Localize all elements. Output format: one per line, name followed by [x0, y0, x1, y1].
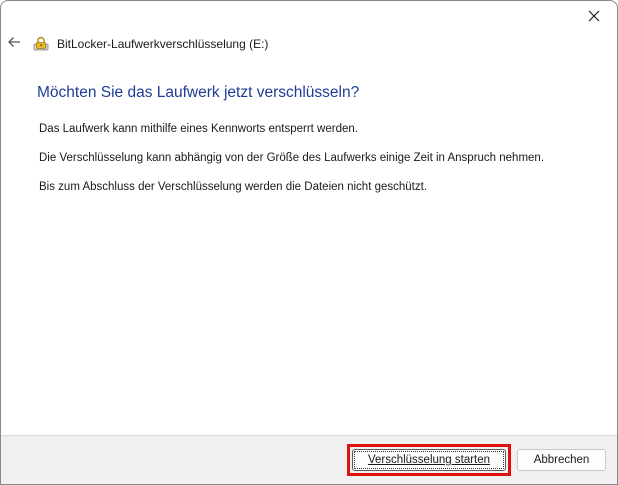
- cancel-label: Abbrechen: [533, 454, 590, 466]
- info-text-not-protected: Bis zum Abschluss der Verschlüsselung we…: [39, 181, 428, 193]
- close-button[interactable]: [571, 1, 617, 31]
- bitlocker-drive-icon: [33, 35, 51, 53]
- back-button[interactable]: [2, 32, 26, 56]
- page-heading: Möchten Sie das Laufwerk jetzt verschlüs…: [37, 84, 360, 101]
- window-title: BitLocker-Laufwerkverschlüsselung (E:): [57, 37, 269, 51]
- back-arrow-icon: [7, 35, 21, 53]
- dialog-footer: Verschlüsselung starten Abbrechen: [1, 435, 617, 484]
- start-encryption-label: Verschlüsselung starten: [367, 454, 491, 466]
- info-text-password: Das Laufwerk kann mithilfe eines Kennwor…: [39, 123, 358, 135]
- bitlocker-dialog-window: BitLocker-Laufwerkverschlüsselung (E:) M…: [0, 0, 618, 485]
- info-text-duration: Die Verschlüsselung kann abhängig von de…: [39, 152, 545, 164]
- close-icon: [588, 10, 600, 22]
- cancel-button[interactable]: Abbrechen: [517, 449, 606, 471]
- window-header: BitLocker-Laufwerkverschlüsselung (E:): [1, 32, 268, 56]
- start-encryption-button[interactable]: Verschlüsselung starten: [352, 449, 506, 471]
